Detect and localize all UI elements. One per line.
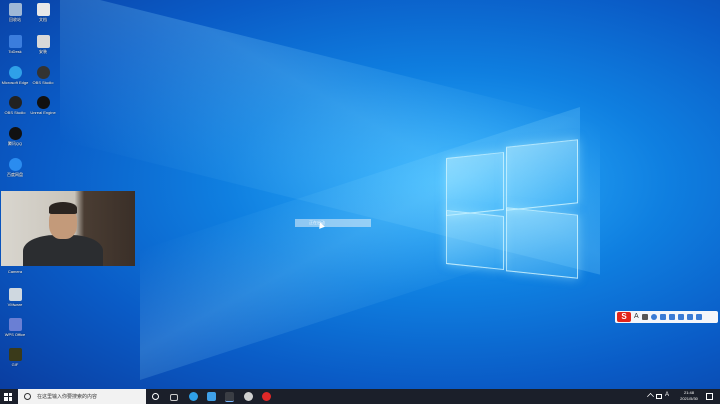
desktop-icon-wps[interactable]: WPS Office	[1, 318, 29, 337]
notification-icon[interactable]	[706, 393, 713, 400]
desktop-icon-document[interactable]: 文档	[29, 3, 57, 22]
start-button[interactable]	[0, 389, 16, 404]
tray-lang-indicator[interactable]: A	[665, 392, 669, 398]
logo-pane	[506, 139, 578, 211]
app-icon[interactable]	[244, 392, 253, 401]
network-icon[interactable]	[656, 394, 662, 399]
chevron-up-icon[interactable]	[647, 393, 654, 400]
search-icon	[24, 393, 31, 400]
menu-icon[interactable]	[695, 314, 702, 320]
desktop-icon-unreal[interactable]: Unreal Engine	[29, 96, 57, 115]
desktop-icon-vmware[interactable]: VMware	[1, 288, 29, 307]
webcam-overlay	[1, 191, 135, 266]
desktop-icon-gif[interactable]: GIF	[1, 348, 29, 367]
obs-icon	[8, 96, 22, 109]
app-icon	[8, 35, 22, 48]
wps-icon	[8, 318, 22, 331]
windows-logo	[446, 139, 578, 279]
installer-icon	[36, 35, 50, 48]
desktop-icon-edge[interactable]: Microsoft Edge	[1, 66, 29, 85]
logo-pane	[446, 209, 504, 271]
netease-music-icon[interactable]	[262, 392, 271, 401]
skin-icon[interactable]	[677, 314, 684, 320]
desktop-icon-recycle-bin[interactable]: 回收站	[1, 3, 29, 22]
ime-lang-toggle[interactable]: A	[634, 312, 639, 322]
qq-icon	[8, 127, 22, 140]
vmware-icon	[8, 288, 22, 301]
desktop-icon-obs[interactable]: OBS Studio	[29, 66, 57, 85]
taskbar-clock[interactable]: 21:48 2021/5/30	[674, 390, 704, 402]
obs-icon[interactable]	[225, 392, 234, 402]
windows-start-icon	[4, 392, 12, 401]
desktop-icon-cloud[interactable]: 百度网盘	[1, 158, 29, 177]
desktop-icon-obs-2[interactable]: OBS Studio	[1, 96, 29, 115]
cloud-icon	[8, 158, 22, 171]
clock-date: 2021/5/30	[680, 396, 698, 401]
unreal-icon	[36, 96, 50, 109]
desktop-icon-camera[interactable]: Camera	[1, 268, 29, 274]
edge-icon[interactable]	[189, 392, 198, 401]
document-icon	[36, 3, 50, 16]
mic-icon[interactable]	[659, 314, 666, 320]
gif-icon	[8, 348, 22, 361]
obs-icon	[36, 66, 50, 79]
keyboard-icon[interactable]	[668, 314, 675, 320]
cortana-icon[interactable]	[152, 393, 159, 400]
taskbar: 在这里输入你要搜索的内容 A 21:48 2021/5/30	[0, 389, 720, 404]
loading-dialog: 正在启动	[295, 219, 371, 227]
emoji-icon[interactable]	[650, 314, 657, 320]
logo-pane	[506, 207, 578, 279]
task-view-icon[interactable]	[170, 394, 178, 401]
sogou-logo-icon[interactable]: S	[617, 312, 631, 322]
punctuation-icon[interactable]	[641, 314, 648, 320]
loading-text: 正在启动	[309, 220, 325, 225]
logo-pane	[446, 151, 504, 217]
person-body	[23, 235, 103, 266]
desktop-icon-installer[interactable]: 安装	[29, 35, 57, 54]
recycle-bin-icon	[8, 3, 22, 16]
ime-toolbar[interactable]: S A	[615, 311, 718, 323]
desktop-icon-todesk[interactable]: ToDesk	[1, 35, 29, 54]
toolbox-icon[interactable]	[686, 314, 693, 320]
desktop-icon-qq[interactable]: 腾讯QQ	[1, 127, 29, 146]
explorer-icon[interactable]	[207, 392, 216, 401]
taskbar-search-box[interactable]: 在这里输入你要搜索的内容	[18, 389, 146, 404]
search-placeholder: 在这里输入你要搜索的内容	[37, 394, 98, 400]
edge-icon	[8, 66, 22, 79]
